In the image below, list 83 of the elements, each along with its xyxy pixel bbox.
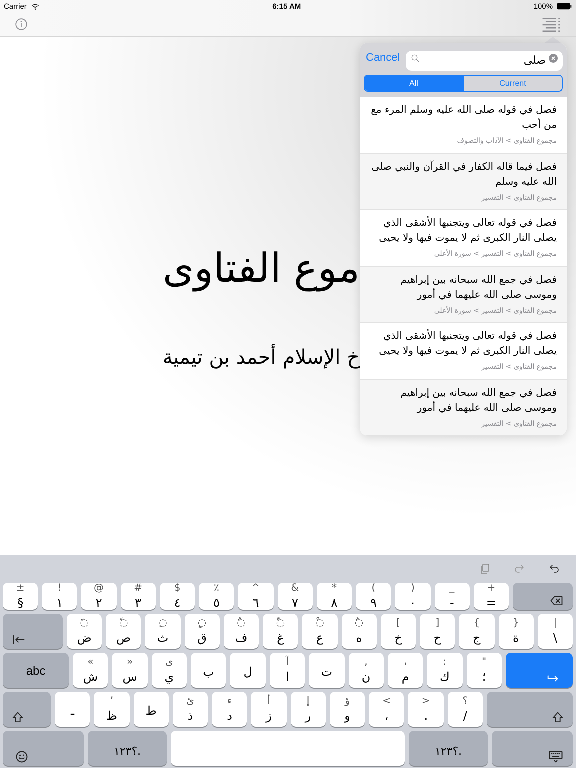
result-title: فصل فيما قاله الكفار في القرآن والنبي صلى الله عليه وسلم	[370, 160, 557, 190]
keyboard-key[interactable]: # ٣	[120, 583, 156, 610]
search-field[interactable]: صلى	[406, 50, 563, 70]
smiley-icon	[15, 750, 29, 764]
keyboard-key[interactable]: ى ي	[152, 653, 188, 688]
delete-icon	[549, 594, 565, 608]
keyboard-key[interactable]: ◌ُ ف	[224, 614, 260, 649]
book-title: موع الفتاوى	[162, 245, 360, 293]
shift-arrow-icon	[551, 710, 565, 724]
clear-icon[interactable]	[549, 54, 558, 62]
result-title: فصل في قوله تعالى ويتجنبها الأشقى الذي يصلى النار الكبرى ثم لا يموت فيها ولا يحيى	[378, 216, 557, 246]
copy-icon	[479, 563, 491, 575]
result-title: فصل في جمع الله سبحانه بين إبراهيم وموسى صلى الله عليهما في أمور	[400, 386, 557, 416]
keyboard-key[interactable]: ◌ّ غ	[263, 614, 298, 649]
keyboard-key[interactable]: < ،	[369, 692, 404, 727]
keyboard-key[interactable]: ’ ظ	[94, 692, 130, 727]
keyboard-key[interactable]: ـ	[55, 692, 90, 727]
keyboard-key[interactable]: ◌ٌ ه	[342, 614, 377, 649]
keyboard-key[interactable]: ◌ِ ث	[145, 614, 181, 649]
delete-key[interactable]	[513, 583, 573, 610]
space-key[interactable]	[171, 731, 405, 766]
undo-icon	[548, 563, 561, 575]
keyboard-key[interactable]: ؤ و	[330, 692, 366, 727]
keyboard-key[interactable]: ٪ ٥	[199, 583, 234, 610]
keyboard-key[interactable]: ± §	[2, 583, 38, 610]
keyboard-key[interactable]: ^ ٦	[238, 583, 274, 610]
keyboard-key[interactable]: [ خ	[380, 614, 416, 649]
keyboard-key[interactable]: { ج	[459, 614, 495, 649]
tab-arrow-icon	[10, 632, 27, 646]
keyboard-key[interactable]: ] ح	[420, 614, 456, 649]
keyboard-key[interactable]: $ ٤	[160, 583, 196, 610]
keyboard-key[interactable]: & ٧	[278, 583, 313, 610]
keyboard-key[interactable]: إ ر	[290, 692, 326, 727]
keyboard-key[interactable]: | \	[538, 614, 573, 649]
tab-key[interactable]	[2, 614, 63, 649]
keyboard-key[interactable]: ) ٠	[395, 583, 431, 610]
keyboard-key[interactable]: ( ٩	[356, 583, 392, 610]
keyboard-key[interactable]: « ش	[73, 653, 108, 688]
keyboard-key[interactable]: > .	[408, 692, 444, 727]
shift-arrow-icon	[11, 710, 26, 724]
keyboard-key[interactable]: ◌َ ض	[66, 614, 102, 649]
list-menu-button[interactable]	[542, 16, 561, 32]
keyboard-key[interactable]: " ؛	[466, 653, 502, 688]
keyboard-key[interactable]: أ ز	[251, 692, 287, 727]
result-title: فصل في قوله تعالى ويتجنبها الأشقى الذي يصلى النار الكبرى ثم لا يموت فيها ولا يحيى	[378, 329, 557, 359]
keyboard-key[interactable]: ◌ٍ ق	[184, 614, 220, 649]
keyboard-key[interactable]: ل	[230, 653, 266, 688]
keyboard-key[interactable]: ت	[309, 653, 345, 688]
keyboard-key[interactable]: آ ا	[270, 653, 306, 688]
keyboard-key[interactable]: ! ١	[42, 583, 78, 610]
keyboard-key[interactable]: _ -	[434, 583, 470, 610]
battery-icon	[557, 3, 572, 10]
keyboard-key[interactable]: + =	[474, 583, 509, 610]
numbers-key[interactable]: ١٢٣؟.	[409, 731, 488, 766]
keyboard-key[interactable]: * ٨	[316, 583, 352, 610]
info-button[interactable]	[15, 18, 28, 31]
book-author: خ الإسلام أحمد بن تيمية	[162, 343, 360, 371]
keyboard-key[interactable]: ئ ذ	[172, 692, 208, 727]
keyboard-key[interactable]: ؟ /	[448, 692, 483, 727]
keyboard-key[interactable]: , ن	[348, 653, 384, 688]
shift-key[interactable]	[3, 692, 52, 727]
scope-tab[interactable]: All	[365, 76, 464, 91]
return-key[interactable]	[506, 653, 573, 688]
keyboard-key[interactable]: ◌ً ص	[106, 614, 142, 649]
keyboard-key[interactable]: ب	[191, 653, 226, 688]
emoji-key[interactable]	[3, 731, 84, 766]
redo-icon	[513, 563, 526, 575]
keyboard-icon	[547, 749, 565, 764]
keyboard-key[interactable]: } ة	[498, 614, 534, 649]
keyboard-key[interactable]: ط	[134, 692, 169, 727]
keyboard-key[interactable]: : ك	[427, 653, 463, 688]
result-title: فصل في قوله صلى الله عليه وسلم المرء مع من أحب	[370, 104, 557, 133]
keyboard-key[interactable]: ء د	[212, 692, 248, 727]
keyboard-key[interactable]: ، م	[388, 653, 424, 688]
hide-keyboard-key[interactable]	[492, 731, 573, 766]
keyboard-key[interactable]: » س	[112, 653, 148, 688]
keyboard-key[interactable]: ◌ْ ع	[302, 614, 338, 649]
keyboard-key[interactable]: @ ٢	[81, 583, 117, 610]
wifi-icon	[30, 2, 40, 10]
numbers-key[interactable]: ١٢٣؟.	[88, 731, 167, 766]
search-icon	[411, 54, 420, 62]
abc-key[interactable]: abc	[3, 653, 70, 688]
result-title: فصل في جمع الله سبحانه بين إبراهيم وموسى صلى الله عليهما في أمور	[400, 274, 557, 302]
